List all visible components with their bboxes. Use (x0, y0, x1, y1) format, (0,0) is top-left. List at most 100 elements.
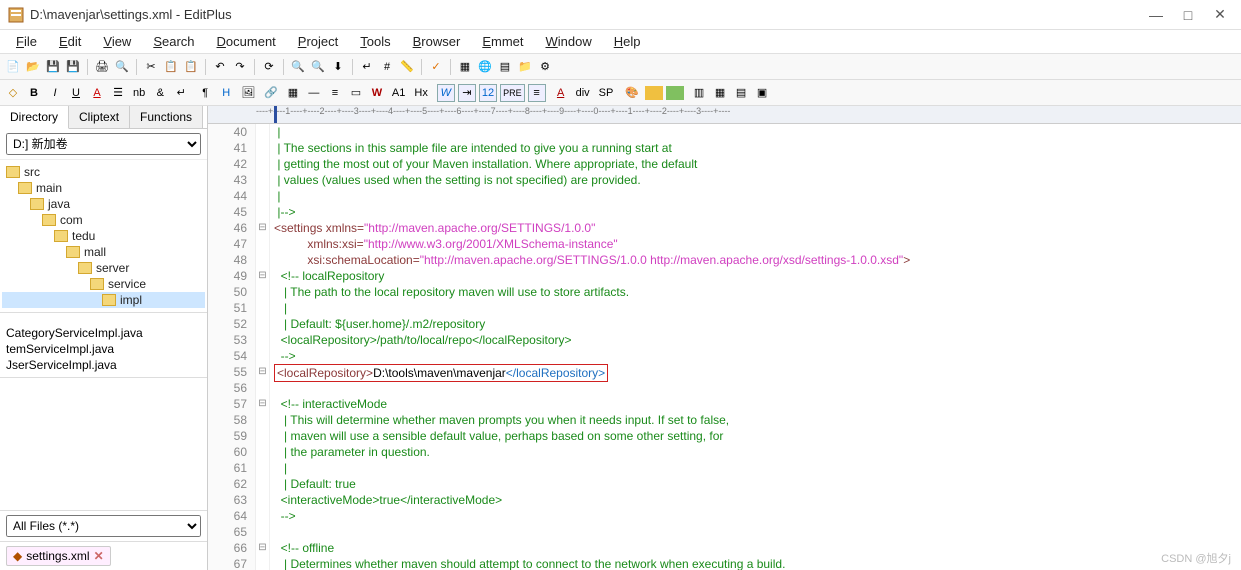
drive-select[interactable]: D:] 新加卷 (6, 133, 201, 155)
code-line[interactable]: --> (274, 348, 1241, 364)
print-preview-icon[interactable]: 🔍 (113, 58, 131, 76)
directory-icon[interactable]: 📁 (516, 58, 534, 76)
code-line[interactable]: | getting the most out of your Maven ins… (274, 156, 1241, 172)
font-color-button[interactable]: A (88, 84, 106, 102)
file-list[interactable]: CategoryServiceImpl.javatemServiceImpl.j… (0, 321, 207, 378)
close-tab-icon[interactable]: ✕ (94, 549, 104, 563)
form-icon[interactable]: ▭ (347, 84, 365, 102)
code-line[interactable]: | (274, 460, 1241, 476)
code-editor[interactable]: 4041424344454647484950515253545556575859… (208, 124, 1241, 570)
redo-icon[interactable]: ↷ (231, 58, 249, 76)
palette-icon[interactable]: 🎨 (622, 84, 642, 102)
cut-icon[interactable]: ✂ (142, 58, 160, 76)
code-line[interactable]: | The path to the local repository maven… (274, 284, 1241, 300)
code-line[interactable]: | This will determine whether maven prom… (274, 412, 1241, 428)
code-line[interactable]: | (274, 188, 1241, 204)
undo-icon[interactable]: ↶ (211, 58, 229, 76)
menu-help[interactable]: Help (604, 31, 651, 52)
print-icon[interactable]: 🖨 (93, 58, 111, 76)
tree-node[interactable]: tedu (2, 228, 205, 244)
window-split-icon[interactable]: ▥ (690, 84, 708, 102)
code-line[interactable]: <localRepository>/path/to/local/repo</lo… (274, 332, 1241, 348)
fold-column[interactable]: ⊟⊟⊟⊟⊟ (256, 124, 270, 570)
tree-node[interactable]: server (2, 260, 205, 276)
code-line[interactable]: xsi:schemaLocation="http://maven.apache.… (274, 252, 1241, 268)
code-line[interactable]: | the parameter in question. (274, 444, 1241, 460)
window-full-icon[interactable]: ▣ (753, 84, 771, 102)
code-line[interactable]: <localRepository>D:\tools\maven\mavenjar… (274, 364, 1241, 380)
code-line[interactable]: <settings xmlns="http://maven.apache.org… (274, 220, 1241, 236)
browser-icon[interactable]: 🌐 (476, 58, 494, 76)
number-icon[interactable]: 12 (479, 84, 497, 102)
italic-button[interactable]: I (46, 84, 64, 102)
file-filter-select[interactable]: All Files (*.*) (6, 515, 201, 537)
code-line[interactable]: |--> (274, 204, 1241, 220)
find-icon[interactable]: 🔍 (289, 58, 307, 76)
wave-button[interactable]: W (368, 84, 386, 102)
underline-button[interactable]: U (67, 84, 85, 102)
menu-window[interactable]: Window (535, 31, 601, 52)
refresh-icon[interactable]: ⟳ (260, 58, 278, 76)
maximize-button[interactable]: □ (1181, 8, 1195, 22)
tree-node[interactable]: com (2, 212, 205, 228)
paste-icon[interactable]: 📋 (182, 58, 200, 76)
find-next-icon[interactable]: ⬇ (329, 58, 347, 76)
w-button[interactable]: W (437, 84, 455, 102)
code-line[interactable] (274, 380, 1241, 396)
code-line[interactable]: | Determines whether maven should attemp… (274, 556, 1241, 570)
menu-file[interactable]: File (6, 31, 47, 52)
save-icon[interactable]: 💾 (44, 58, 62, 76)
tree-node[interactable]: main (2, 180, 205, 196)
color2-icon[interactable] (666, 86, 684, 100)
code-line[interactable]: <!-- interactiveMode (274, 396, 1241, 412)
code-line[interactable] (274, 524, 1241, 540)
indent-icon[interactable]: ⇥ (458, 84, 476, 102)
code-line[interactable]: | (274, 300, 1241, 316)
paragraph-button[interactable]: ¶ (196, 84, 214, 102)
center-icon[interactable]: ≡ (326, 84, 344, 102)
menu-browser[interactable]: Browser (403, 31, 471, 52)
code-line[interactable]: | maven will use a sensible default valu… (274, 428, 1241, 444)
tree-node[interactable]: impl (2, 292, 205, 308)
pre-button[interactable]: PRE (500, 84, 525, 102)
code-lines[interactable]: | | The sections in this sample file are… (270, 124, 1241, 570)
break-button[interactable]: ↵ (172, 84, 190, 102)
code-line[interactable]: | The sections in this sample file are i… (274, 140, 1241, 156)
code-line[interactable]: <interactiveMode>true</interactiveMode> (274, 492, 1241, 508)
hex-button[interactable]: Hx (411, 84, 430, 102)
window-cascade-icon[interactable]: ▤ (732, 84, 750, 102)
span-button[interactable]: SP (596, 84, 617, 102)
directory-tree[interactable]: srcmainjavacomtedumallserverserviceimpl (0, 160, 207, 313)
amp-button[interactable]: & (151, 84, 169, 102)
menu-edit[interactable]: Edit (49, 31, 91, 52)
tree-node[interactable]: src (2, 164, 205, 180)
replace-icon[interactable]: 🔍 (309, 58, 327, 76)
code-line[interactable]: --> (274, 508, 1241, 524)
heading-button[interactable]: H (217, 84, 235, 102)
menu-search[interactable]: Search (143, 31, 204, 52)
tree-node[interactable]: service (2, 276, 205, 292)
code-line[interactable]: | Default: ${user.home}/.m2/repository (274, 316, 1241, 332)
image-icon[interactable]: 🖼 (238, 84, 258, 102)
hr-icon[interactable]: — (305, 84, 323, 102)
file-row[interactable]: CategoryServiceImpl.java (6, 325, 201, 341)
anchor-button[interactable]: A1 (389, 84, 408, 102)
menu-tools[interactable]: Tools (350, 31, 400, 52)
link-icon[interactable]: 🔗 (261, 84, 281, 102)
close-button[interactable]: ✕ (1213, 8, 1227, 22)
copy-icon[interactable]: 📋 (162, 58, 180, 76)
code-line[interactable]: | (274, 124, 1241, 140)
marker-icon[interactable]: ◇ (4, 84, 22, 102)
window-tile-icon[interactable]: ▦ (711, 84, 729, 102)
minimize-button[interactable]: — (1149, 8, 1163, 22)
menu-document[interactable]: Document (207, 31, 286, 52)
menu-view[interactable]: View (93, 31, 141, 52)
list-icon[interactable]: ☰ (109, 84, 127, 102)
code-line[interactable]: | values (values used when the setting i… (274, 172, 1241, 188)
new-file-icon[interactable]: 📄 (4, 58, 22, 76)
save-all-icon[interactable]: 💾 (64, 58, 82, 76)
align-icon[interactable]: ≡ (528, 84, 546, 102)
output-icon[interactable]: ▤ (496, 58, 514, 76)
sidebar-tab-directory[interactable]: Directory (0, 106, 69, 129)
div-button[interactable]: div (573, 84, 593, 102)
